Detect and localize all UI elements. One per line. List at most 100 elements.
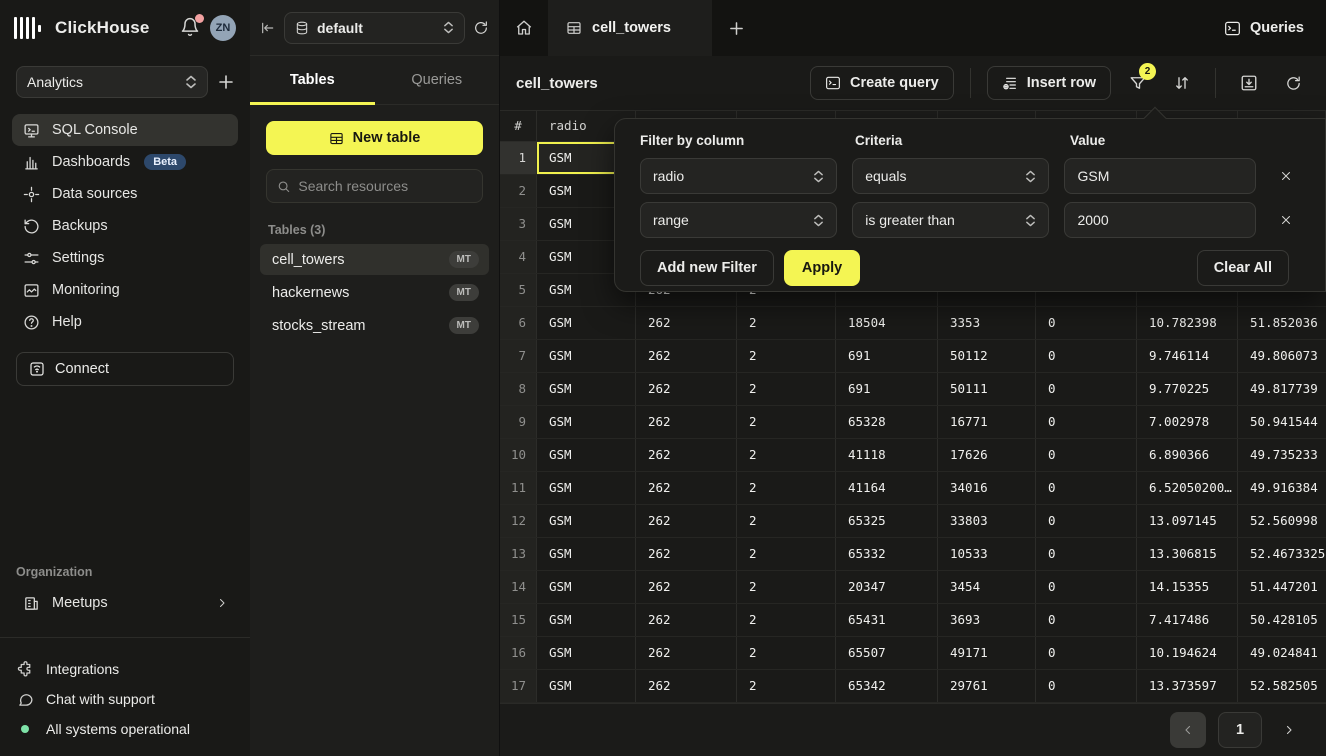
- data-cell[interactable]: 2: [737, 307, 836, 339]
- data-cell[interactable]: 2: [737, 406, 836, 438]
- table-item-cell-towers[interactable]: cell_towers MT: [260, 244, 489, 275]
- data-cell[interactable]: 0: [1036, 439, 1137, 471]
- data-cell[interactable]: 65332: [836, 538, 938, 570]
- data-cell[interactable]: 7.417486: [1137, 604, 1238, 636]
- data-cell[interactable]: 29761: [938, 670, 1036, 702]
- filter-criteria-select-1[interactable]: equals: [852, 158, 1049, 194]
- data-cell[interactable]: 2: [737, 340, 836, 372]
- data-cell[interactable]: 0: [1036, 406, 1137, 438]
- data-cell[interactable]: 65431: [836, 604, 938, 636]
- data-cell[interactable]: 262: [636, 505, 737, 537]
- data-cell[interactable]: 41118: [836, 439, 938, 471]
- user-avatar[interactable]: ZN: [210, 15, 236, 41]
- data-cell[interactable]: 262: [636, 637, 737, 669]
- data-cell[interactable]: 13.097145: [1137, 505, 1238, 537]
- table-item-hackernews[interactable]: hackernews MT: [260, 277, 489, 308]
- row-number-cell[interactable]: 4: [500, 241, 537, 273]
- data-cell[interactable]: GSM: [537, 406, 636, 438]
- row-number-cell[interactable]: 17: [500, 670, 537, 702]
- sidebar-item-meetups[interactable]: Meetups: [12, 587, 238, 619]
- data-cell[interactable]: 0: [1036, 604, 1137, 636]
- data-cell[interactable]: 7.002978: [1137, 406, 1238, 438]
- data-cell[interactable]: 34016: [938, 472, 1036, 504]
- insert-row-button[interactable]: Insert row: [987, 66, 1111, 100]
- data-cell[interactable]: 50111: [938, 373, 1036, 405]
- data-cell[interactable]: 691: [836, 373, 938, 405]
- refresh-tables-button[interactable]: [473, 20, 489, 36]
- queries-button[interactable]: Queries: [1202, 0, 1326, 56]
- data-cell[interactable]: 262: [636, 571, 737, 603]
- database-selector[interactable]: default: [284, 12, 465, 44]
- data-cell[interactable]: GSM: [537, 340, 636, 372]
- row-number-cell[interactable]: 13: [500, 538, 537, 570]
- apply-filters-button[interactable]: Apply: [784, 250, 860, 286]
- data-cell[interactable]: 49.916384: [1238, 472, 1326, 504]
- data-cell[interactable]: 262: [636, 472, 737, 504]
- row-number-cell[interactable]: 15: [500, 604, 537, 636]
- data-cell[interactable]: 0: [1036, 340, 1137, 372]
- column-header-num[interactable]: #: [500, 111, 537, 141]
- clear-all-filters-button[interactable]: Clear All: [1197, 250, 1289, 286]
- filter-column-select-2[interactable]: range: [640, 202, 837, 238]
- data-cell[interactable]: 14.15355: [1137, 571, 1238, 603]
- data-cell[interactable]: 49171: [938, 637, 1036, 669]
- data-cell[interactable]: 262: [636, 604, 737, 636]
- data-cell[interactable]: 0: [1036, 538, 1137, 570]
- data-cell[interactable]: 13.373597: [1137, 670, 1238, 702]
- data-cell[interactable]: GSM: [537, 307, 636, 339]
- data-cell[interactable]: 51.852036: [1238, 307, 1326, 339]
- tab-queries[interactable]: Queries: [375, 56, 500, 104]
- data-cell[interactable]: GSM: [537, 439, 636, 471]
- filter-button[interactable]: 2: [1121, 66, 1155, 100]
- prev-page-button[interactable]: [1170, 712, 1206, 748]
- sidebar-item-backups[interactable]: Backups: [12, 210, 238, 242]
- data-cell[interactable]: 0: [1036, 373, 1137, 405]
- data-cell[interactable]: 2: [737, 538, 836, 570]
- filter-column-select-1[interactable]: radio: [640, 158, 837, 194]
- row-number-cell[interactable]: 16: [500, 637, 537, 669]
- data-cell[interactable]: 2: [737, 439, 836, 471]
- data-cell[interactable]: GSM: [537, 571, 636, 603]
- sidebar-item-dashboards[interactable]: Dashboards Beta: [12, 146, 238, 178]
- data-cell[interactable]: 50.428105: [1238, 604, 1326, 636]
- row-number-cell[interactable]: 10: [500, 439, 537, 471]
- data-cell[interactable]: 262: [636, 340, 737, 372]
- row-number-cell[interactable]: 11: [500, 472, 537, 504]
- data-cell[interactable]: 0: [1036, 472, 1137, 504]
- data-cell[interactable]: 262: [636, 439, 737, 471]
- data-cell[interactable]: 52.582505: [1238, 670, 1326, 702]
- data-cell[interactable]: 2: [737, 637, 836, 669]
- home-tab-button[interactable]: [500, 0, 548, 56]
- data-cell[interactable]: 65507: [836, 637, 938, 669]
- data-cell[interactable]: 2: [737, 373, 836, 405]
- row-number-cell[interactable]: 3: [500, 208, 537, 240]
- data-cell[interactable]: 0: [1036, 307, 1137, 339]
- data-cell[interactable]: 0: [1036, 505, 1137, 537]
- tab-tables[interactable]: Tables: [250, 56, 375, 104]
- data-cell[interactable]: GSM: [537, 472, 636, 504]
- row-number-cell[interactable]: 2: [500, 175, 537, 207]
- data-cell[interactable]: 65325: [836, 505, 938, 537]
- data-cell[interactable]: 9.746114: [1137, 340, 1238, 372]
- data-cell[interactable]: 16771: [938, 406, 1036, 438]
- system-status[interactable]: All systems operational: [16, 714, 234, 744]
- filter-criteria-select-2[interactable]: is greater than: [852, 202, 1049, 238]
- collapse-panel-button[interactable]: [260, 20, 276, 36]
- data-cell[interactable]: 52.560998: [1238, 505, 1326, 537]
- data-cell[interactable]: 9.770225: [1137, 373, 1238, 405]
- search-input[interactable]: [298, 178, 472, 194]
- new-tab-button[interactable]: [712, 0, 760, 56]
- data-cell[interactable]: 13.306815: [1137, 538, 1238, 570]
- data-cell[interactable]: 262: [636, 538, 737, 570]
- data-cell[interactable]: 52.4673325: [1238, 538, 1326, 570]
- data-cell[interactable]: 3454: [938, 571, 1036, 603]
- data-cell[interactable]: 20347: [836, 571, 938, 603]
- remove-filter-1-button[interactable]: [1271, 161, 1301, 191]
- sidebar-item-settings[interactable]: Settings: [12, 242, 238, 274]
- data-cell[interactable]: 49.735233: [1238, 439, 1326, 471]
- sort-button[interactable]: [1165, 66, 1199, 100]
- data-cell[interactable]: 18504: [836, 307, 938, 339]
- data-cell[interactable]: 49.024841: [1238, 637, 1326, 669]
- row-number-cell[interactable]: 12: [500, 505, 537, 537]
- data-cell[interactable]: 10.782398: [1137, 307, 1238, 339]
